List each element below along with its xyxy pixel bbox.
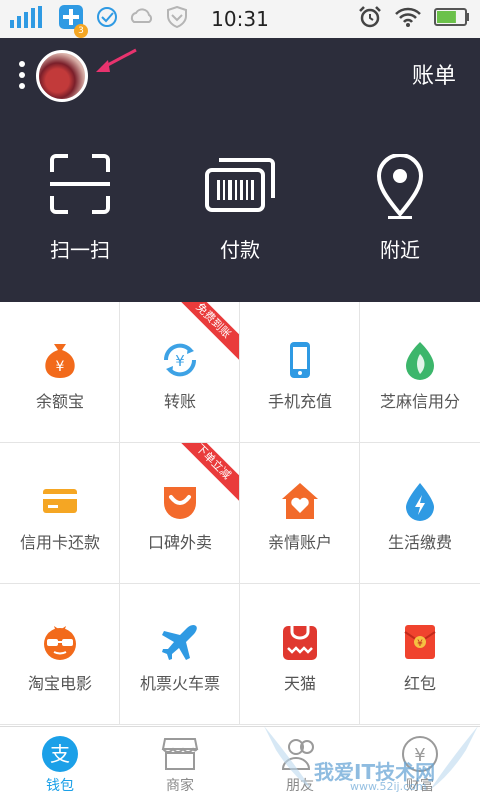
- wifi-icon: [394, 6, 422, 32]
- water-drop-icon: [406, 483, 434, 521]
- shield-icon: [166, 5, 188, 32]
- check-circle-icon: [96, 6, 118, 32]
- credit-card-icon: [42, 489, 77, 513]
- grid-item-utility-bills[interactable]: 生活缴费: [360, 443, 480, 584]
- money-bag-icon: ¥: [44, 344, 75, 378]
- location-pin-icon: [376, 154, 424, 219]
- grid-item-label: 余额宝: [35, 392, 84, 411]
- smile-bag-icon: [163, 487, 196, 519]
- grid-item-red-packet[interactable]: ¥ 红包: [360, 584, 480, 725]
- nav-wallet[interactable]: 支 钱包: [0, 727, 120, 800]
- glasses-face-icon: [43, 626, 76, 660]
- action-pay-label: 付款: [220, 238, 260, 262]
- shop-icon: [161, 738, 199, 770]
- nav-wallet-label: 钱包: [46, 778, 74, 794]
- nav-shop[interactable]: 商家: [120, 727, 240, 800]
- header-bar: 账单: [0, 38, 480, 110]
- payment-code-icon: [205, 158, 275, 212]
- svg-text:¥: ¥: [55, 359, 64, 375]
- nav-friends-label: 朋友: [286, 778, 314, 794]
- action-pay[interactable]: 付款: [160, 110, 320, 302]
- svg-text:¥: ¥: [417, 639, 423, 649]
- sesame-icon: [406, 342, 434, 380]
- grid-item-label: 芝麻信用分: [379, 392, 460, 411]
- signal-icon: [10, 6, 46, 32]
- friends-icon: [281, 739, 314, 770]
- grid-item-taobao-movie[interactable]: 淘宝电影: [0, 584, 120, 725]
- grid-item-koubei-takeout[interactable]: 口碑外卖 下单立减: [120, 443, 240, 584]
- red-envelope-icon: ¥: [404, 625, 436, 659]
- tmall-bag-icon: [282, 626, 317, 660]
- service-grid: ¥ 余额宝 ¥ 转账 免费到账 手机充值 芝麻信用分 信用卡还款 口碑外卖 下单…: [0, 302, 480, 726]
- nav-shop-label: 商家: [166, 778, 194, 794]
- grid-item-phone-topup[interactable]: 手机充值: [240, 302, 360, 443]
- yen-icon: ¥: [402, 736, 438, 772]
- grid-item-label: 手机充值: [267, 392, 332, 411]
- nav-wealth[interactable]: ¥ 财富: [360, 727, 480, 800]
- grid-item-label: 转账: [163, 392, 196, 411]
- grid-item-label: 红包: [403, 674, 436, 693]
- bill-button[interactable]: 账单: [412, 58, 456, 90]
- grid-item-flight-train[interactable]: 机票火车票: [120, 584, 240, 725]
- action-scan[interactable]: 扫一扫: [0, 110, 160, 302]
- airplane-icon: [161, 624, 197, 660]
- grid-item-label: 机票火车票: [139, 674, 220, 693]
- annotation-arrow-icon: [96, 48, 137, 72]
- svg-text:¥: ¥: [175, 352, 185, 370]
- grid-item-label: 淘宝电影: [27, 674, 92, 693]
- alarm-icon: [358, 5, 382, 33]
- user-avatar[interactable]: [36, 50, 88, 102]
- app-notification-icon: 3: [58, 4, 88, 38]
- phone-icon: [289, 342, 310, 378]
- grid-item-family-account[interactable]: 亲情账户: [240, 443, 360, 584]
- grid-item-credit-card[interactable]: 信用卡还款: [0, 443, 120, 584]
- more-menu-icon[interactable]: [18, 60, 26, 90]
- battery-icon: [434, 7, 470, 31]
- grid-item-sesame-credit[interactable]: 芝麻信用分: [360, 302, 480, 443]
- grid-item-label: 亲情账户: [267, 533, 332, 552]
- grid-item-label: 生活缴费: [387, 533, 452, 552]
- quick-actions: 扫一扫 付款 附近: [0, 110, 480, 302]
- nav-friends[interactable]: 朋友: [240, 727, 360, 800]
- status-bar: 3 10:31: [0, 0, 480, 38]
- action-nearby-label: 附近: [380, 238, 420, 262]
- grid-item-transfer[interactable]: ¥ 转账 免费到账: [120, 302, 240, 443]
- bottom-nav: 支 钱包 商家 朋友 ¥ 财富: [0, 726, 480, 800]
- grid-item-tmall[interactable]: 天猫: [240, 584, 360, 725]
- notification-badge: 3: [74, 24, 88, 38]
- scan-icon: [50, 154, 110, 214]
- heart-house-icon: [281, 483, 318, 519]
- nav-wealth-label: 财富: [406, 778, 434, 794]
- action-nearby[interactable]: 附近: [320, 110, 480, 302]
- wallet-icon: 支: [42, 736, 78, 772]
- cloud-icon: [130, 6, 154, 32]
- grid-item-label: 天猫: [283, 674, 316, 693]
- grid-item-label: 口碑外卖: [147, 533, 212, 552]
- action-scan-label: 扫一扫: [50, 238, 110, 262]
- transfer-icon: ¥: [163, 343, 196, 377]
- app-root: 3 10:31 账单 扫一扫 付款 附近 ¥ 余额宝 ¥ 转账 免费到账 手机充…: [0, 0, 480, 800]
- svg-text:¥: ¥: [414, 745, 425, 766]
- grid-item-label: 信用卡还款: [19, 533, 100, 552]
- grid-item-yuebao[interactable]: ¥ 余额宝: [0, 302, 120, 443]
- svg-text:支: 支: [50, 742, 70, 766]
